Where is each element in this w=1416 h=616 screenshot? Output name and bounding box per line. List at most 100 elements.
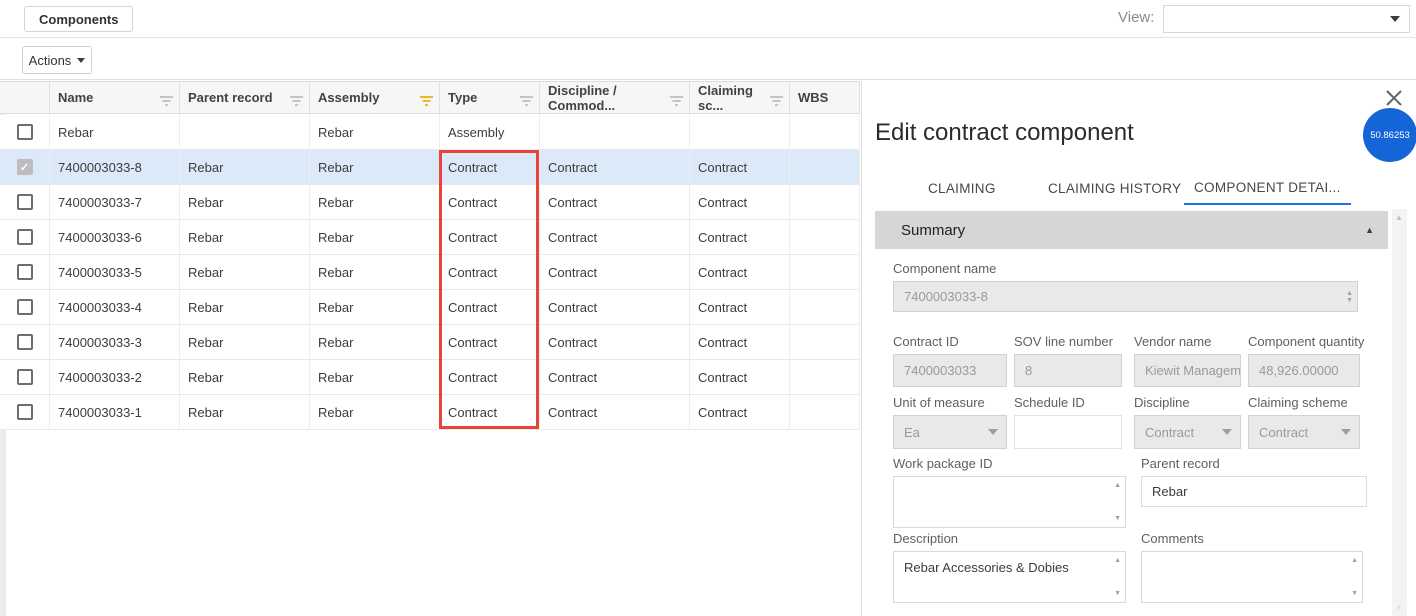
cell-parent[interactable]: Rebar <box>180 360 310 395</box>
cell-discipline[interactable] <box>540 115 690 150</box>
cell-claiming[interactable] <box>690 115 790 150</box>
cell-parent[interactable]: Rebar <box>180 185 310 220</box>
cell-type[interactable]: Contract <box>440 325 540 360</box>
active-filter-icon[interactable] <box>420 94 433 109</box>
cell-parent[interactable]: Rebar <box>180 150 310 185</box>
column-header-assembly[interactable]: Assembly <box>310 81 440 114</box>
column-header-wbs[interactable]: WBS <box>790 81 860 114</box>
cell-wbs[interactable] <box>790 220 860 255</box>
cell-name[interactable]: 7400003033-5 <box>50 255 180 290</box>
cell-name[interactable]: 7400003033-8 <box>50 150 180 185</box>
cell-assembly[interactable]: Rebar <box>310 360 440 395</box>
cell-discipline[interactable]: Contract <box>540 325 690 360</box>
cell-parent[interactable] <box>180 115 310 150</box>
cell-type[interactable]: Contract <box>440 290 540 325</box>
cell-discipline[interactable]: Contract <box>540 150 690 185</box>
filter-icon[interactable] <box>290 94 303 109</box>
cell-name[interactable]: 7400003033-4 <box>50 290 180 325</box>
filter-icon[interactable] <box>670 94 683 109</box>
cell-discipline[interactable]: Contract <box>540 290 690 325</box>
cell-claiming[interactable]: Contract <box>690 325 790 360</box>
cell-claiming[interactable]: Contract <box>690 395 790 430</box>
parent-record-input[interactable]: Rebar <box>1141 476 1367 507</box>
view-dropdown[interactable] <box>1163 5 1410 33</box>
cell-wbs[interactable] <box>790 150 860 185</box>
cell-parent[interactable]: Rebar <box>180 290 310 325</box>
scroll-up-icon[interactable]: ▲ <box>1395 213 1403 222</box>
cell-assembly[interactable]: Rebar <box>310 325 440 360</box>
cell-assembly[interactable]: Rebar <box>310 255 440 290</box>
panel-scrollbar[interactable]: ▲ ▼ <box>1392 209 1407 616</box>
column-header-claiming-sc[interactable]: Claiming sc... <box>690 81 790 114</box>
cell-discipline[interactable]: Contract <box>540 220 690 255</box>
cell-name[interactable]: 7400003033-1 <box>50 395 180 430</box>
work-package-id-input[interactable]: ▲ ▼ <box>893 476 1126 528</box>
scroll-down-icon[interactable]: ▼ <box>1395 603 1403 612</box>
cell-wbs[interactable] <box>790 290 860 325</box>
cell-name[interactable]: 7400003033-6 <box>50 220 180 255</box>
row-checkbox[interactable] <box>17 404 33 420</box>
cell-claiming[interactable]: Contract <box>690 290 790 325</box>
filter-icon[interactable] <box>770 94 783 109</box>
cell-name[interactable]: 7400003033-7 <box>50 185 180 220</box>
column-header-type[interactable]: Type <box>440 81 540 114</box>
column-header-discipline-commod[interactable]: Discipline / Commod... <box>540 81 690 114</box>
row-checkbox[interactable] <box>17 334 33 350</box>
cell-assembly[interactable]: Rebar <box>310 220 440 255</box>
tab-claiming[interactable]: CLAIMING <box>918 171 1006 205</box>
cell-assembly[interactable]: Rebar <box>310 115 440 150</box>
cell-discipline[interactable]: Contract <box>540 360 690 395</box>
summary-section-header[interactable]: Summary ▲ <box>875 211 1388 249</box>
cell-parent[interactable]: Rebar <box>180 395 310 430</box>
cell-wbs[interactable] <box>790 360 860 395</box>
row-checkbox[interactable] <box>17 299 33 315</box>
cell-claiming[interactable]: Contract <box>690 185 790 220</box>
cell-claiming[interactable]: Contract <box>690 255 790 290</box>
row-checkbox[interactable] <box>17 124 33 140</box>
column-header-select[interactable] <box>0 81 50 114</box>
schedule-id-input[interactable] <box>1014 415 1122 449</box>
cell-name[interactable]: Rebar <box>50 115 180 150</box>
cell-type[interactable]: Assembly <box>440 115 540 150</box>
cell-parent[interactable]: Rebar <box>180 325 310 360</box>
row-checkbox[interactable] <box>17 229 33 245</box>
cell-assembly[interactable]: Rebar <box>310 395 440 430</box>
column-header-name[interactable]: Name <box>50 81 180 114</box>
cell-type[interactable]: Contract <box>440 185 540 220</box>
cell-parent[interactable]: Rebar <box>180 255 310 290</box>
filter-icon[interactable] <box>160 94 173 109</box>
cell-type[interactable]: Contract <box>440 395 540 430</box>
close-icon[interactable] <box>1383 87 1405 109</box>
cell-wbs[interactable] <box>790 325 860 360</box>
cell-claiming[interactable]: Contract <box>690 150 790 185</box>
tab-component-detai[interactable]: COMPONENT DETAI... <box>1184 171 1351 205</box>
cell-assembly[interactable]: Rebar <box>310 150 440 185</box>
cell-name[interactable]: 7400003033-2 <box>50 360 180 395</box>
cell-assembly[interactable]: Rebar <box>310 185 440 220</box>
cell-parent[interactable]: Rebar <box>180 220 310 255</box>
tab-components[interactable]: Components <box>24 6 133 32</box>
cell-type[interactable]: Contract <box>440 220 540 255</box>
tab-claiming-history[interactable]: CLAIMING HISTORY <box>1038 171 1191 205</box>
cell-discipline[interactable]: Contract <box>540 255 690 290</box>
row-checkbox[interactable]: ✓ <box>17 159 33 175</box>
cell-wbs[interactable] <box>790 395 860 430</box>
cell-discipline[interactable]: Contract <box>540 185 690 220</box>
comments-input[interactable]: ▲ ▼ <box>1141 551 1363 603</box>
cell-wbs[interactable] <box>790 185 860 220</box>
actions-button[interactable]: Actions <box>22 46 92 74</box>
row-checkbox[interactable] <box>17 264 33 280</box>
filter-icon[interactable] <box>520 94 533 109</box>
column-header-parent-record[interactable]: Parent record <box>180 81 310 114</box>
cell-claiming[interactable]: Contract <box>690 220 790 255</box>
cell-type[interactable]: Contract <box>440 360 540 395</box>
cell-wbs[interactable] <box>790 115 860 150</box>
cell-type[interactable]: Contract <box>440 150 540 185</box>
cell-wbs[interactable] <box>790 255 860 290</box>
cell-discipline[interactable]: Contract <box>540 395 690 430</box>
cell-name[interactable]: 7400003033-3 <box>50 325 180 360</box>
cell-assembly[interactable]: Rebar <box>310 290 440 325</box>
cell-type[interactable]: Contract <box>440 255 540 290</box>
cell-claiming[interactable]: Contract <box>690 360 790 395</box>
row-checkbox[interactable] <box>17 194 33 210</box>
